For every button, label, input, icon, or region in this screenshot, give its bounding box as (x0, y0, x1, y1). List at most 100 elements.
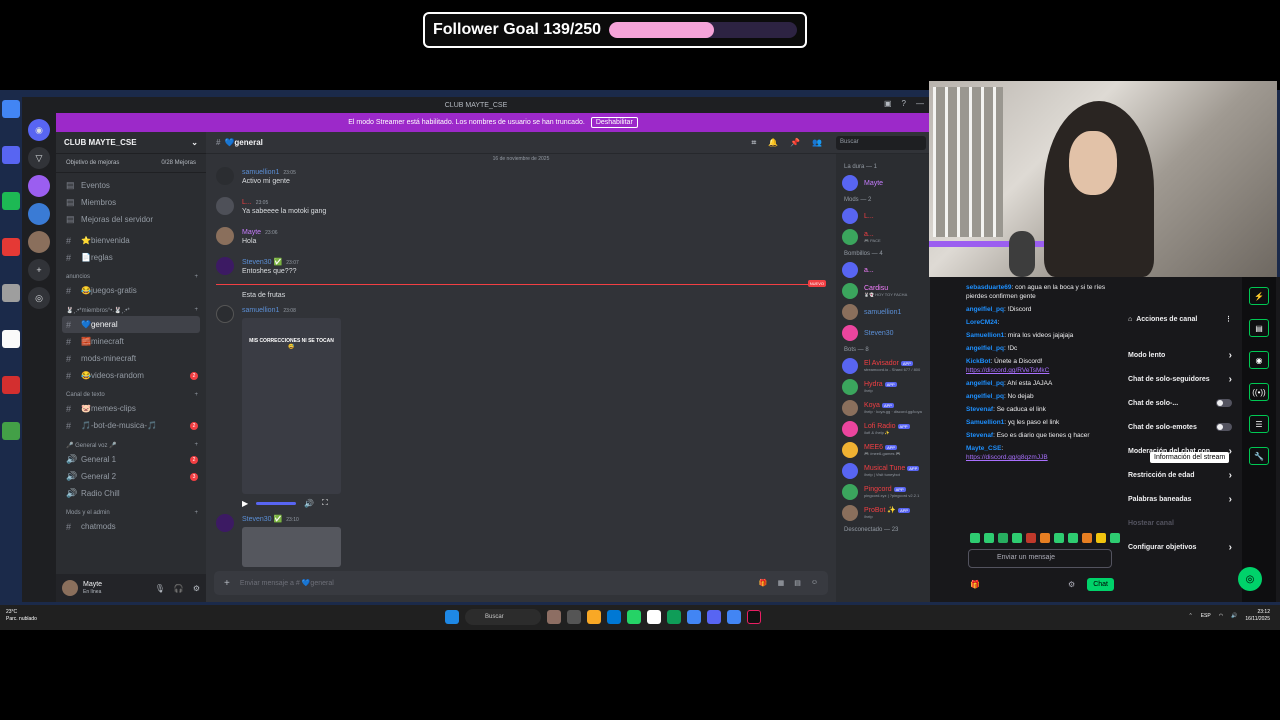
server-icon[interactable] (28, 175, 50, 197)
category-header[interactable]: 🐰¸.•*miembros°•.🐰¸.•* + (56, 299, 206, 316)
menu-item[interactable]: Configurar objetivos › (1128, 535, 1232, 559)
avatar[interactable] (216, 514, 234, 532)
menu-item[interactable]: Modo lento › (1128, 343, 1232, 367)
channel-item[interactable]: # 📄reglas (56, 249, 206, 266)
chatter-name[interactable]: sebasduarte69 (966, 284, 1012, 291)
chatter-name[interactable]: angelfiel_pq (966, 345, 1004, 352)
chatter-name[interactable]: Stevenaf (966, 406, 993, 413)
tiktok-icon[interactable] (747, 610, 761, 624)
headphones-icon[interactable]: 🎧 (174, 584, 184, 593)
bell-icon[interactable]: 🔔 (768, 138, 778, 148)
settings-icon[interactable]: ⚙ (193, 584, 200, 593)
channel-item[interactable]: # 🐷memes-clips (56, 400, 206, 417)
plus-icon[interactable]: + (224, 578, 230, 589)
threads-icon[interactable]: ⌗ (752, 138, 757, 148)
emote-icon[interactable] (1082, 533, 1092, 543)
channel-item[interactable]: 🔊 General 1 2 (56, 451, 206, 468)
member-item[interactable]: Musical Tune APP/help | Visit tuneybot (836, 460, 930, 481)
channel-item[interactable]: # 🎵-bot-de-musica-🎵 2 (56, 417, 206, 434)
discord-icon[interactable] (707, 610, 721, 624)
add-channel-icon[interactable]: + (194, 442, 198, 449)
category-header[interactable]: 🎤 General voz 🎤 + (56, 434, 206, 451)
add-server-icon[interactable]: + (28, 259, 50, 281)
minimize-icon[interactable]: — (916, 99, 924, 108)
wifi-icon[interactable]: ◠ (1219, 613, 1223, 619)
emote-icon[interactable] (1068, 533, 1078, 543)
avatar[interactable] (216, 197, 234, 215)
members-icon[interactable]: 👥 (812, 138, 822, 148)
sidebar-item-1[interactable]: ▤ Miembros (56, 194, 206, 211)
category-header[interactable]: anuncios + (56, 266, 206, 282)
discord-home-icon[interactable]: ◉ (28, 119, 50, 141)
emote-icon[interactable] (1096, 533, 1106, 543)
message-author[interactable]: samuellion1 (242, 169, 279, 176)
member-item[interactable]: Mayte (836, 172, 930, 193)
volume-icon[interactable]: 🔊 (304, 499, 314, 508)
avatar[interactable] (216, 257, 234, 275)
edge-icon[interactable] (667, 610, 681, 624)
app-desktop-icon[interactable] (2, 238, 20, 256)
member-item[interactable]: a... (836, 259, 930, 280)
member-item[interactable]: El Avisador APP streamcord.io - Shard 677 … (836, 355, 930, 376)
channel-item[interactable]: # 🧱minecraft (56, 333, 206, 350)
whatsapp-icon[interactable] (627, 610, 641, 624)
sidebar-item-2[interactable]: ▤ Mejoras del servidor (56, 211, 206, 228)
boost-goal[interactable]: Objetivo de mejoras 0/28 Mejoras (56, 154, 206, 173)
emote-icon[interactable] (1012, 533, 1022, 543)
chat-link[interactable]: https://discord.gg/RVeTsMkC (966, 367, 1049, 374)
server-icon[interactable] (28, 231, 50, 253)
lightning-icon[interactable]: ⚡ (1249, 287, 1269, 305)
member-item[interactable]: L... (836, 205, 930, 226)
server-icon[interactable]: ▽ (28, 147, 50, 169)
more-icon[interactable]: ⋮ (1225, 315, 1232, 323)
chatter-name[interactable]: angelfiel_pq (966, 393, 1004, 400)
member-item[interactable]: samuellion1 (836, 301, 930, 322)
avatar[interactable] (216, 227, 234, 245)
chat-link[interactable]: https://discord.gg/g8qzmJJB (966, 454, 1048, 461)
menu-item[interactable]: Chat de solo-emotes (1128, 415, 1232, 439)
add-channel-icon[interactable]: + (194, 392, 198, 398)
pin-icon[interactable]: 📌 (790, 138, 800, 148)
gif-icon[interactable]: ▦ (778, 579, 785, 587)
emote-icon[interactable] (984, 533, 994, 543)
member-item[interactable]: MEE6 APP 🎮 /mee6-games 🎮 (836, 439, 930, 460)
emote-icon[interactable] (1040, 533, 1050, 543)
channel-item[interactable]: # 😂videos-random 2 (56, 367, 206, 384)
message-input[interactable]: + Enviar mensaje a # 💙general 🎁 ▦ ▤ ☺ (214, 571, 828, 595)
wrench-icon[interactable]: 🔧 (1249, 447, 1269, 465)
clock[interactable]: 23:12 16/11/2025 (1245, 609, 1270, 623)
avatar[interactable] (216, 305, 234, 323)
acrobat-desktop-icon[interactable] (2, 376, 20, 394)
channel-item[interactable]: # 💙general (62, 316, 200, 333)
search-input[interactable]: Buscar (836, 136, 926, 150)
app-desktop-icon[interactable] (2, 330, 20, 348)
category-header[interactable]: Canal de texto + (56, 384, 206, 400)
spotify-desktop-icon[interactable] (2, 192, 20, 210)
microphone-icon[interactable]: 🎙 (155, 584, 165, 593)
channel-item[interactable]: # mods-minecraft (56, 350, 206, 367)
store-icon[interactable] (607, 610, 621, 624)
file-explorer-icon[interactable] (587, 610, 601, 624)
explore-icon[interactable]: ◎ (28, 287, 50, 309)
avatar[interactable] (62, 580, 78, 596)
sidebar-item-0[interactable]: ▤ Eventos (56, 177, 206, 194)
member-item[interactable]: Lofi Radio APP/lofi & /help ✨ (836, 418, 930, 439)
menu-item[interactable]: Chat de solo-... (1128, 391, 1232, 415)
gift-icon[interactable]: 🎁 (759, 579, 768, 587)
member-item[interactable]: Pingcord APP pingcord.xyz | ?pingcord v2.2… (836, 481, 930, 502)
add-channel-icon[interactable]: + (194, 510, 198, 516)
member-item[interactable]: a... 🎮 PACE (836, 226, 930, 247)
member-item[interactable]: ProBot ✨ APP/help (836, 502, 930, 523)
member-item[interactable]: Hydra APP/help (836, 376, 930, 397)
chatter-name[interactable]: LoreCM24 (966, 319, 997, 326)
server-icon[interactable] (28, 203, 50, 225)
channel-item[interactable]: 🔊 Radio Chill (56, 485, 206, 502)
app-taskbar-icon[interactable] (547, 610, 561, 624)
chatter-name[interactable]: angelfiel_pq (966, 380, 1004, 387)
windows-start-icon[interactable] (445, 610, 459, 624)
video-attachment[interactable] (242, 527, 341, 567)
chatter-name[interactable]: Samuellion1 (966, 332, 1004, 339)
menu-item[interactable]: Restricción de edad › (1128, 463, 1232, 487)
menu-item[interactable]: Palabras baneadas › (1128, 487, 1232, 511)
chrome-desktop-icon[interactable] (2, 100, 20, 118)
